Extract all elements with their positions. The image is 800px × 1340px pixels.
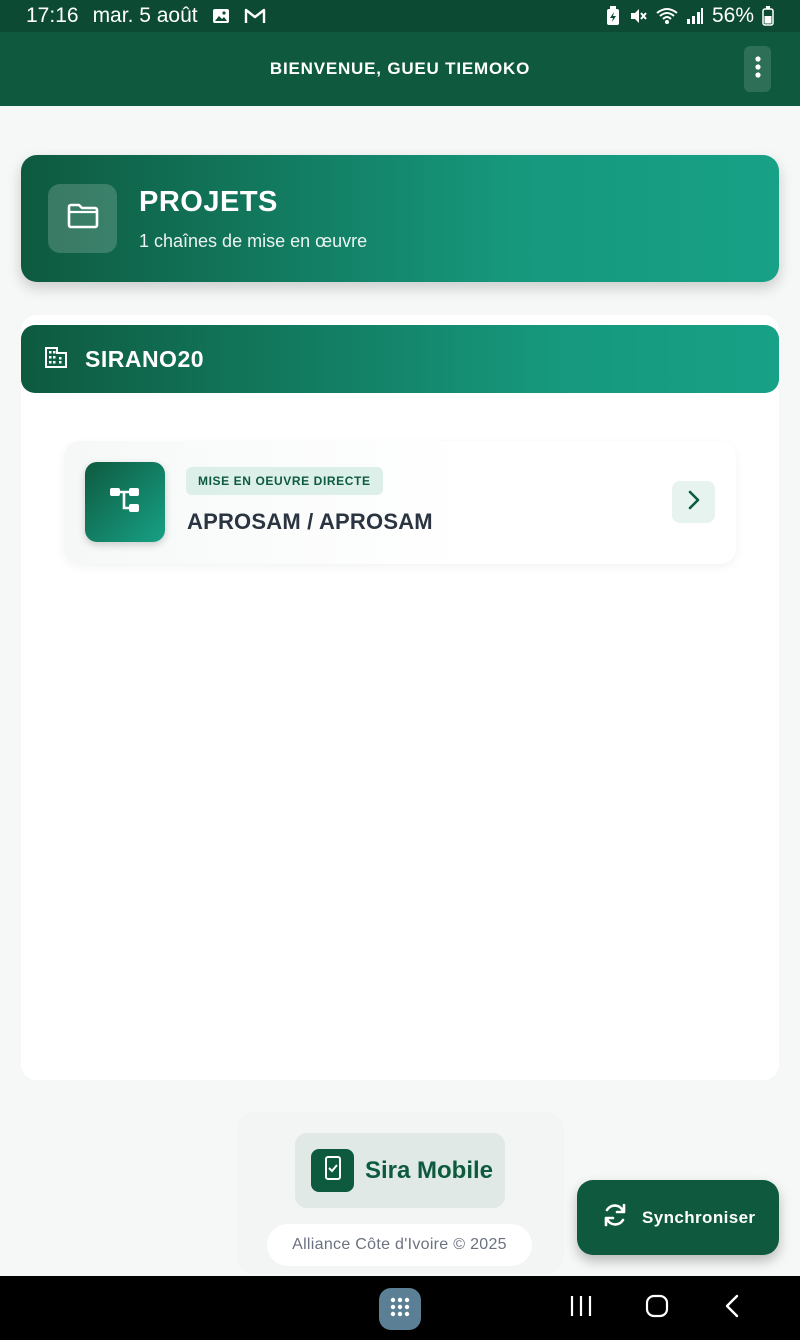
chevron-right-icon — [687, 490, 701, 515]
organization-name: SIRANO20 — [85, 345, 205, 372]
sync-button[interactable]: Synchroniser — [577, 1180, 779, 1255]
chain-open-button[interactable] — [672, 481, 715, 523]
more-menu-button[interactable] — [744, 46, 771, 92]
chain-list-item[interactable]: MISE EN OEUVRE DIRECTE APROSAM / APROSAM — [64, 441, 736, 564]
projects-title: PROJETS — [139, 185, 278, 218]
building-icon — [44, 346, 68, 373]
folder-icon-box — [48, 184, 117, 253]
organization-header: SIRANO20 — [21, 325, 779, 393]
recents-icon — [569, 1295, 593, 1322]
status-bar: 17:16 mar. 5 août 56% — [0, 0, 800, 32]
signal-icon — [686, 7, 704, 25]
projects-subtitle: 1 chaînes de mise en œuvre — [139, 230, 368, 251]
hierarchy-icon — [108, 485, 142, 520]
sync-label: Synchroniser — [642, 1207, 756, 1227]
home-icon — [645, 1294, 669, 1323]
brand-badge: Sira Mobile — [295, 1133, 505, 1208]
image-notification-icon — [212, 7, 230, 25]
recents-button[interactable] — [566, 1292, 596, 1324]
organization-panel — [21, 315, 779, 1080]
status-date: mar. 5 août — [92, 4, 198, 27]
gmail-notification-icon — [244, 7, 266, 25]
battery-icon — [762, 6, 774, 26]
system-nav-bar — [0, 1276, 800, 1340]
folder-icon — [67, 203, 99, 234]
mute-icon — [628, 6, 648, 26]
chain-name: APROSAM / APROSAM — [187, 509, 433, 534]
back-button[interactable] — [717, 1292, 747, 1324]
back-icon — [724, 1294, 740, 1323]
brand-name: Sira Mobile — [365, 1156, 494, 1184]
status-bar-left: 17:16 mar. 5 août — [26, 4, 266, 28]
chain-icon-box — [85, 462, 165, 542]
status-time: 17:16 — [26, 4, 79, 27]
home-button[interactable] — [642, 1292, 672, 1324]
projects-text: PROJETS 1 chaînes de mise en œuvre — [139, 186, 367, 252]
sync-icon — [602, 1202, 628, 1233]
battery-level: 56% — [711, 4, 754, 27]
projects-summary-card: PROJETS 1 chaînes de mise en œuvre — [21, 155, 779, 282]
brand-icon-box — [311, 1149, 354, 1192]
app-drawer-button[interactable] — [379, 1288, 421, 1330]
battery-saver-icon — [606, 6, 620, 26]
chain-type-badge: MISE EN OEUVRE DIRECTE — [186, 467, 383, 495]
welcome-title: BIENVENUE, GUEU TIEMOKO — [269, 59, 531, 78]
mobile-check-icon — [323, 1156, 343, 1185]
copyright-text: Alliance Côte d'Ivoire © 2025 — [267, 1224, 532, 1266]
wifi-icon — [656, 7, 678, 25]
app-bar: BIENVENUE, GUEU TIEMOKO — [0, 32, 800, 106]
status-bar-right: 56% — [606, 4, 774, 28]
grid-icon — [389, 1296, 411, 1323]
more-vertical-icon — [754, 55, 761, 83]
